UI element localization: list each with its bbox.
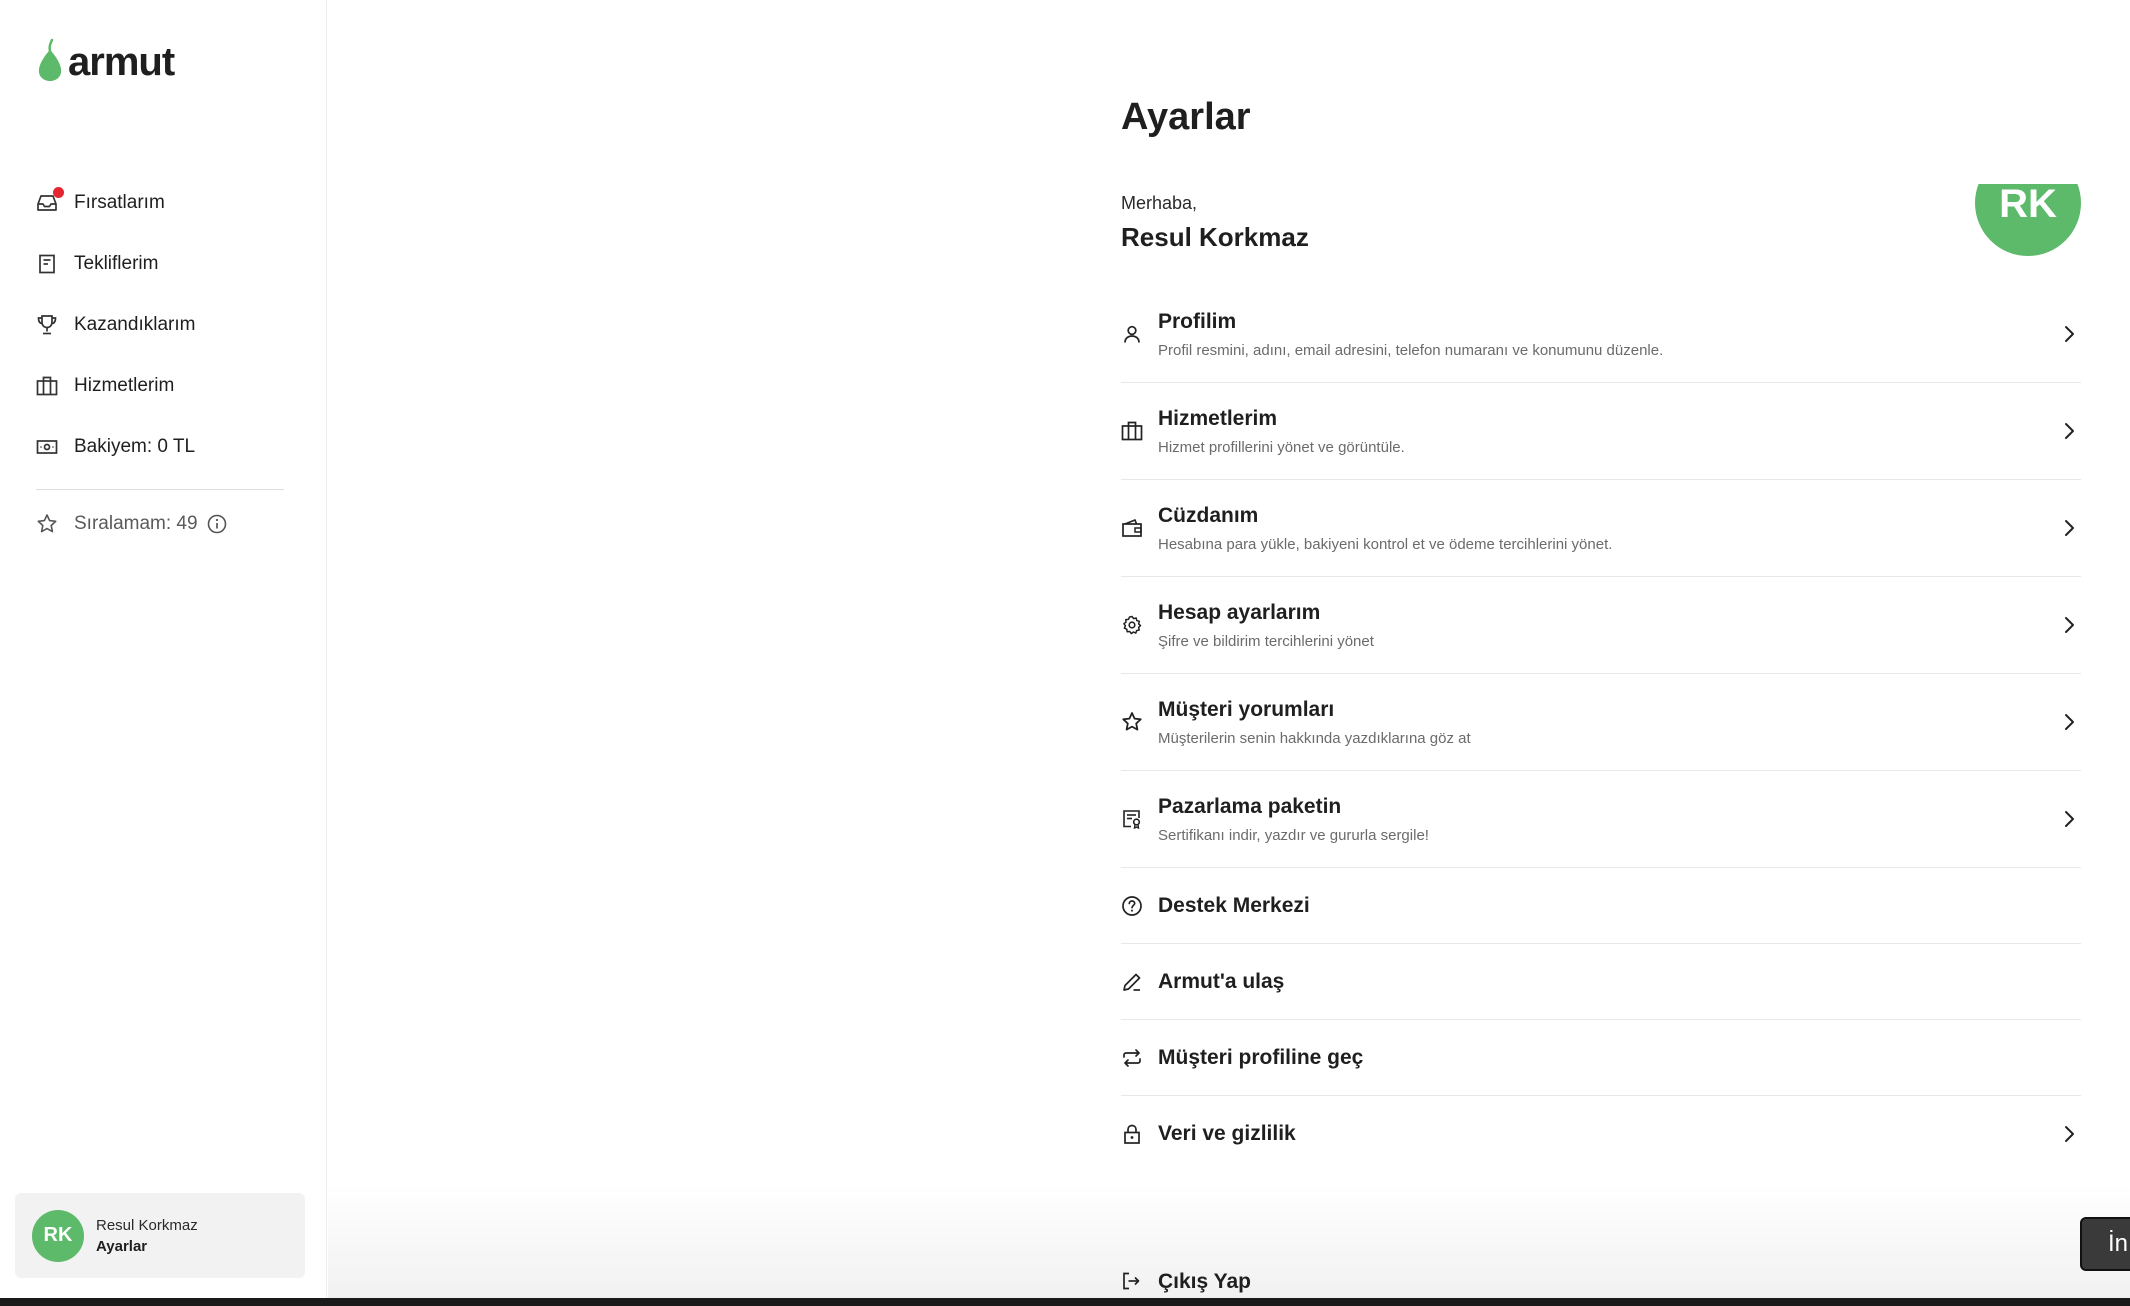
user-card[interactable]: RK Resul Korkmaz Ayarlar xyxy=(15,1193,305,1278)
lock-icon xyxy=(1121,1123,1143,1145)
pear-logo-icon xyxy=(36,38,64,82)
menu-item-musteri-profiline-gec[interactable]: Müşteri profiline geç xyxy=(1121,1020,2081,1096)
switch-icon xyxy=(1121,1047,1143,1069)
chevron-right-icon xyxy=(2063,614,2077,636)
avatar-clip xyxy=(1975,150,2081,184)
menu-item-title: Hesap ayarlarım xyxy=(1158,600,1321,624)
menu-item-title: Hizmetlerim xyxy=(1158,406,1278,430)
menu-item-armuta-ulas[interactable]: Armut'a ulaş xyxy=(1121,944,2081,1020)
star-icon xyxy=(36,513,58,535)
chevron-right-icon xyxy=(2063,517,2077,539)
menu-item-title: Müşteri yorumları xyxy=(1158,697,1335,721)
sidebar-item-hizmetlerim[interactable]: Hizmetlerim xyxy=(36,355,284,416)
briefcase-icon xyxy=(1121,420,1143,442)
sidebar-item-label: Fırsatlarım xyxy=(74,191,165,213)
notification-dot xyxy=(53,186,64,198)
menu-item-description: Şifre ve bildirim tercihlerini yönet xyxy=(1158,632,1374,650)
user-name: Resul Korkmaz xyxy=(96,1216,198,1234)
ranking: Sıralamam: 49 xyxy=(36,504,284,544)
sidebar-nav: Fırsatlarım Tekliflerim Kazandıklarım Hi… xyxy=(36,172,284,544)
sidebar-divider xyxy=(36,489,284,490)
menu-item-title: Armut'a ulaş xyxy=(1158,969,1285,993)
menu-item-title: Pazarlama paketin xyxy=(1158,794,1342,818)
greeting: Merhaba, xyxy=(1121,193,1198,213)
sidebar-item-label: Kazandıklarım xyxy=(74,313,196,335)
chevron-right-icon xyxy=(2063,808,2077,830)
floating-action-button[interactable]: İn xyxy=(2080,1217,2130,1271)
menu-item-description: Hesabına para yükle, bakiyeni kontrol et… xyxy=(1158,535,1613,553)
menu-item-description: Sertifikanı indir, yazdır ve gururla ser… xyxy=(1158,826,1429,844)
menu-item-title: Cüzdanım xyxy=(1158,503,1259,527)
settings-panel: Ayarlar Merhaba, Resul Korkmaz RK Profil… xyxy=(1121,0,2081,1298)
menu-item-destek-merkezi[interactable]: Destek Merkezi xyxy=(1121,868,2081,944)
sidebar-item-kazandiklarim[interactable]: Kazandıklarım xyxy=(36,294,284,355)
info-icon[interactable] xyxy=(206,513,228,535)
trophy-icon xyxy=(36,314,58,336)
document-icon xyxy=(36,253,58,275)
menu-item-description: Profil resmini, adını, email adresini, t… xyxy=(1158,341,1664,359)
sidebar: armut Fırsatlarım Tekliflerim Kazandıkla… xyxy=(0,0,327,1298)
help-circle-icon xyxy=(1121,895,1143,917)
profile-name: Resul Korkmaz xyxy=(1121,222,1309,252)
chevron-right-icon xyxy=(2063,1123,2077,1145)
menu-item-title: Müşteri profiline geç xyxy=(1158,1045,1364,1069)
menu-item-title: Profilim xyxy=(1158,309,1237,333)
armut-logo[interactable]: armut xyxy=(36,38,175,84)
avatar: RK xyxy=(32,1209,84,1262)
menu-item-cuzdanim[interactable]: Cüzdanım Hesabına para yükle, bakiyeni k… xyxy=(1121,480,2081,577)
menu-item-musteri-yorumlari[interactable]: Müşteri yorumları Müşterilerin senin hak… xyxy=(1121,674,2081,771)
logout-icon xyxy=(1121,1271,1143,1293)
pencil-icon xyxy=(1121,971,1143,993)
menu-item-veri-ve-gizlilik[interactable]: Veri ve gizlilik xyxy=(1121,1096,2081,1172)
menu-item-description: Hizmet profillerini yönet ve görüntüle. xyxy=(1158,438,1405,456)
settings-menu: Profilim Profil resmini, adını, email ad… xyxy=(1121,286,2081,1172)
sidebar-item-label: Bakiyem: 0 TL xyxy=(74,435,196,457)
menu-item-title: Destek Merkezi xyxy=(1158,893,1310,917)
certificate-icon xyxy=(1121,808,1143,830)
sidebar-item-label: Hizmetlerim xyxy=(74,374,175,396)
chevron-right-icon xyxy=(2063,711,2077,733)
sidebar-item-tekliflerim[interactable]: Tekliflerim xyxy=(36,233,284,294)
sidebar-item-bakiyem[interactable]: Bakiyem: 0 TL xyxy=(36,416,284,477)
menu-item-profilim[interactable]: Profilim Profil resmini, adını, email ad… xyxy=(1121,286,2081,383)
chevron-right-icon xyxy=(2063,420,2077,442)
menu-item-description: Müşterilerin senin hakkında yazdıklarına… xyxy=(1158,729,1471,747)
ranking-label: Sıralamam: 49 xyxy=(74,513,198,534)
money-icon xyxy=(36,436,58,458)
menu-item-title: Veri ve gizlilik xyxy=(1158,1122,1296,1145)
menu-item-hesap-ayarlarim[interactable]: Hesap ayarlarım Şifre ve bildirim tercih… xyxy=(1121,577,2081,674)
menu-item-pazarlama-paketin[interactable]: Pazarlama paketin Sertifikanı indir, yaz… xyxy=(1121,771,2081,868)
menu-item-hizmetlerim[interactable]: Hizmetlerim Hizmet profillerini yönet ve… xyxy=(1121,383,2081,480)
briefcase-icon xyxy=(36,375,58,397)
gear-icon xyxy=(1121,614,1143,636)
wallet-icon xyxy=(1121,517,1143,539)
user-icon xyxy=(1121,323,1143,345)
user-card-subtitle: Ayarlar xyxy=(96,1237,148,1255)
window-bottom-edge xyxy=(0,1298,2130,1306)
logo-text: armut xyxy=(68,40,175,84)
sidebar-item-firsatlarim[interactable]: Fırsatlarım xyxy=(36,172,284,233)
inbox-icon xyxy=(36,186,64,214)
logout-label: Çıkış Yap xyxy=(1158,1270,1252,1293)
logout-button[interactable]: Çıkış Yap xyxy=(1121,1270,1251,1294)
star-icon xyxy=(1121,711,1143,733)
chevron-right-icon xyxy=(2063,323,2077,345)
sidebar-item-label: Tekliflerim xyxy=(74,252,159,274)
page-title: Ayarlar xyxy=(1121,96,1251,138)
